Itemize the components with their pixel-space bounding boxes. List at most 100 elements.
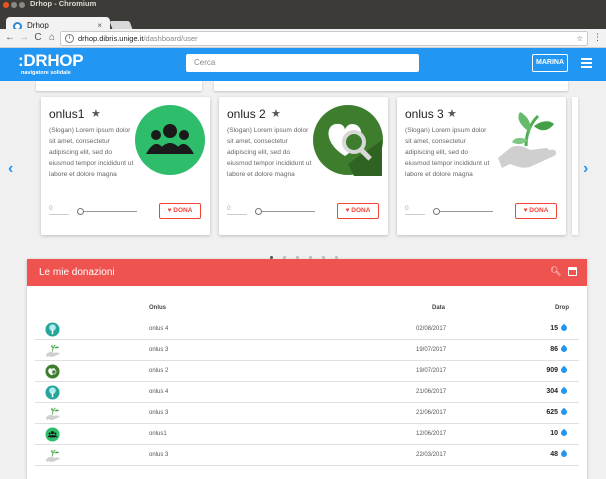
hand-plant-icon [498,112,557,168]
row-drop: 625 [546,407,569,417]
column-header-drop[interactable]: Drop [555,305,569,311]
info-icon[interactable]: i [65,34,74,43]
column-header-date[interactable]: Data [432,305,445,311]
star-icon[interactable]: ★ [447,107,457,120]
bookmark-star-icon[interactable]: ☆ [576,34,583,43]
heart-icon: ♥ [523,207,528,214]
donate-button[interactable]: ♥ DONA [515,203,557,219]
group-icon [45,427,60,442]
row-date: 02/08/2017 [416,326,447,332]
search-placeholder: Cerca [194,58,216,67]
table-row[interactable]: onlus 3 19/07/2017 86 [35,340,579,361]
browser-toolbar: ← → C ⌂ i drhop.dibris.unige.it/dashboar… [0,29,606,48]
calendar-icon[interactable] [568,267,577,276]
row-onlus: onlus 3 [149,452,169,458]
water-drop-icon [559,344,569,354]
window-titlebar: Drhop - Chromium [0,0,606,8]
heart-icon: ♥ [345,207,350,214]
hand-plant-icon [45,448,60,463]
group-icon [135,105,205,175]
card-title: onlus 2 [227,107,266,121]
table-row[interactable]: onlus 4 21/06/2017 304 [35,382,579,403]
donation-slider-handle[interactable] [433,208,440,215]
donate-button[interactable]: ♥ DONA [337,203,379,219]
star-icon[interactable]: ★ [271,107,281,120]
water-drop-icon [559,386,569,396]
next-onlus-card[interactable] [572,97,578,235]
window-title: Drhop - Chromium [30,0,97,8]
row-onlus: onlus 3 [149,347,169,353]
row-date: 21/06/2017 [416,389,447,395]
donation-amount-input[interactable]: 0 [49,205,69,215]
row-date: 12/06/2017 [416,431,447,437]
carousel-next-icon[interactable]: › [583,160,588,178]
water-drop-icon [559,407,569,417]
water-drop-icon [559,365,569,375]
back-arrow-icon[interactable]: ← [4,31,16,45]
heart-search-icon [45,364,60,379]
tree-icon [45,322,60,337]
card-description: (Slogan) Lorem ipsum dolor sit amet, con… [49,127,134,178]
address-bar[interactable]: i drhop.dibris.unige.it/dashboard/user ☆ [60,31,588,46]
row-onlus: onlus1 [149,431,167,437]
row-date: 19/07/2017 [416,368,447,374]
heart-search-icon [313,105,383,176]
hamburger-menu-icon[interactable] [581,58,592,68]
row-date: 22/03/2017 [416,452,447,458]
row-onlus: onlus 2 [149,368,169,374]
donation-slider-handle[interactable] [77,208,84,215]
browser-menu-icon[interactable]: ⋮ [593,32,602,43]
previous-section-card [214,81,568,91]
reload-icon[interactable]: C [32,31,44,45]
row-drop: 15 [550,323,569,333]
logo[interactable]: :DRHOP [18,52,84,70]
card-description: (Slogan) Lorem ipsum dolor sit amet, con… [405,127,490,178]
donation-slider-track[interactable] [77,211,137,212]
donation-amount-input[interactable]: 0 [405,205,425,215]
logo-subtitle: navigatore solidale [21,70,71,76]
onlus-card: onlus1 ★ (Slogan) Lorem ipsum dolor sit … [41,97,210,235]
onlus-card: onlus 3 ★ (Slogan) Lorem ipsum dolor sit… [397,97,566,235]
url-text: drhop.dibris.unige.it/dashboard/user [78,34,198,43]
onlus-card: onlus 2 ★ (Slogan) Lorem ipsum dolor sit… [219,97,388,235]
table-row[interactable]: onlus 3 22/03/2017 48 [35,445,579,466]
column-header-onlus[interactable]: Onlus [149,305,166,311]
row-onlus: onlus 4 [149,389,169,395]
row-onlus: onlus 4 [149,326,169,332]
home-icon[interactable]: ⌂ [46,31,58,45]
table-row[interactable]: onlus 3 21/06/2017 625 [35,403,579,424]
water-drop-icon [559,323,569,333]
star-icon[interactable]: ★ [91,107,101,120]
donations-title: Le mie donazioni [39,267,115,278]
hand-plant-icon [45,343,60,358]
donations-header: Le mie donazioni 🔍︎ [27,259,587,286]
search-input[interactable]: Cerca [186,54,419,72]
donation-amount-input[interactable]: 0 [227,205,247,215]
donation-slider-handle[interactable] [255,208,262,215]
tree-icon [45,385,60,400]
table-row[interactable]: onlus 4 02/08/2017 15 [35,319,579,340]
donation-slider-track[interactable] [433,211,493,212]
tab-strip: Drhop × [0,8,606,37]
table-row[interactable]: onlus1 12/06/2017 10 [35,424,579,445]
row-drop: 304 [546,386,569,396]
donate-button[interactable]: ♥ DONA [159,203,201,219]
row-date: 19/07/2017 [416,347,447,353]
donation-slider-track[interactable] [255,211,315,212]
water-drop-icon [559,449,569,459]
app-header: :DRHOP navigatore solidale Cerca MARINA [0,48,606,81]
row-drop: 48 [550,449,569,459]
forward-arrow-icon[interactable]: → [18,31,30,45]
carousel-prev-icon[interactable]: ‹ [8,160,13,178]
card-title: onlus 3 [405,107,444,121]
row-drop: 909 [546,365,569,375]
heart-icon: ♥ [167,207,172,214]
row-date: 21/06/2017 [416,410,447,416]
water-drop-icon [559,428,569,438]
search-icon[interactable]: 🔍︎ [550,266,561,277]
row-drop: 86 [550,344,569,354]
table-row[interactable]: onlus 2 19/07/2017 909 [35,361,579,382]
user-button[interactable]: MARINA [532,54,568,72]
card-description: (Slogan) Lorem ipsum dolor sit amet, con… [227,127,312,178]
hand-plant-icon [45,406,60,421]
